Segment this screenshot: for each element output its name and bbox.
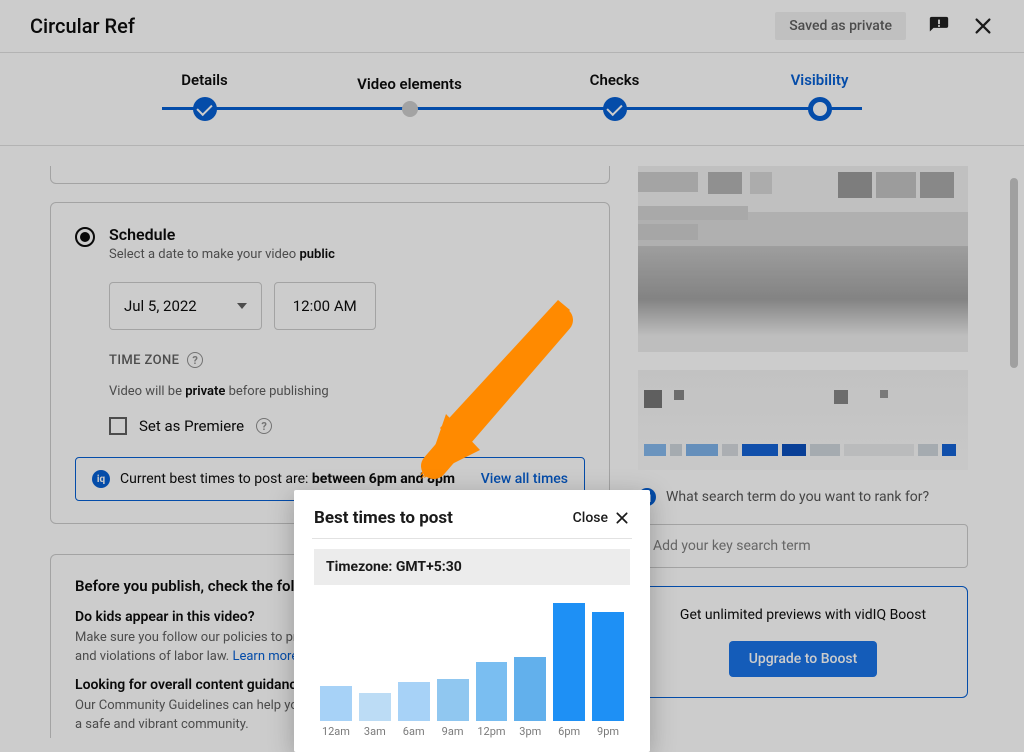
schedule-time-input[interactable]: 12:00 AM [274,282,376,330]
schedule-date-select[interactable]: Jul 5, 2022 [109,282,262,330]
premiere-checkbox[interactable] [109,417,127,435]
chart-bar [592,612,624,721]
schedule-heading: Schedule [109,225,335,244]
best-times-chart [320,603,624,721]
video-thumbnail [638,166,968,352]
chart-x-axis: 12am 3am 6am 9am 12pm 3pm 6pm 9pm [320,725,624,738]
chart-bar [437,679,469,721]
step-checks[interactable]: Checks [512,71,717,121]
chart-bar [398,682,430,721]
chart-bar [514,657,546,721]
view-all-times-link[interactable]: View all times [481,471,568,487]
step-visibility[interactable]: Visibility [717,71,922,121]
popup-timezone: Timezone: GMT+5:30 [314,549,630,585]
step-visibility-label: Visibility [717,71,922,89]
chart-x-tick: 6am [398,725,430,738]
search-term-input[interactable]: Add your key search term [638,524,968,568]
chart-x-tick: 6pm [553,725,585,738]
search-term-placeholder: Add your key search term [653,538,811,554]
best-times-popup: Best times to post Close Timezone: GMT+5… [294,490,650,752]
schedule-subtitle: Select a date to make your video public [109,247,335,262]
chart-x-tick: 12pm [476,725,508,738]
popup-close-button[interactable]: Close [573,510,630,526]
schedule-panel: Schedule Select a date to make your vide… [50,202,610,524]
feedback-icon[interactable] [928,15,950,37]
saved-status-chip: Saved as private [775,12,906,40]
help-icon[interactable]: ? [256,418,272,434]
best-times-text: Current best times to post are: between … [120,471,455,487]
close-icon[interactable] [972,15,994,37]
learn-more-link[interactable]: Learn more [232,649,298,664]
schedule-time-value: 12:00 AM [293,297,357,315]
chart-bar [476,662,508,721]
close-icon [614,510,630,526]
step-video-elements-label: Video elements [307,75,512,93]
caret-down-icon [237,303,247,309]
search-term-question: iq What search term do you want to rank … [638,488,994,506]
step-video-elements[interactable]: Video elements [307,75,512,117]
previous-panel-edge [50,166,610,184]
popup-title: Best times to post [314,508,453,528]
step-details[interactable]: Details [102,71,307,121]
chart-x-tick: 9pm [592,725,624,738]
timezone-label: TIME ZONE ? [109,352,585,368]
schedule-date-value: Jul 5, 2022 [124,297,197,315]
vidiq-icon: iq [92,470,110,488]
thumbnail-meta-area [638,370,968,470]
scrollbar[interactable] [1010,178,1018,368]
chart-x-tick: 12am [320,725,352,738]
boost-upsell: Get unlimited previews with vidIQ Boost … [638,586,968,698]
schedule-private-note: Video will be private before publishing [109,384,585,399]
boost-message: Get unlimited previews with vidIQ Boost [659,607,947,623]
chart-x-tick: 3am [359,725,391,738]
chart-x-tick: 9am [437,725,469,738]
step-details-label: Details [102,71,307,89]
schedule-radio[interactable] [75,227,95,247]
chart-bar [359,693,391,721]
premiere-label: Set as Premiere [139,417,244,435]
upgrade-to-boost-button[interactable]: Upgrade to Boost [729,641,878,677]
chart-bar [320,686,352,721]
chart-bar [553,603,585,721]
help-icon[interactable]: ? [187,352,203,368]
step-checks-label: Checks [512,71,717,89]
upload-stepper: Details Video elements Checks Visibility [0,53,1024,146]
chart-x-tick: 3pm [514,725,546,738]
page-title: Circular Ref [30,14,135,38]
